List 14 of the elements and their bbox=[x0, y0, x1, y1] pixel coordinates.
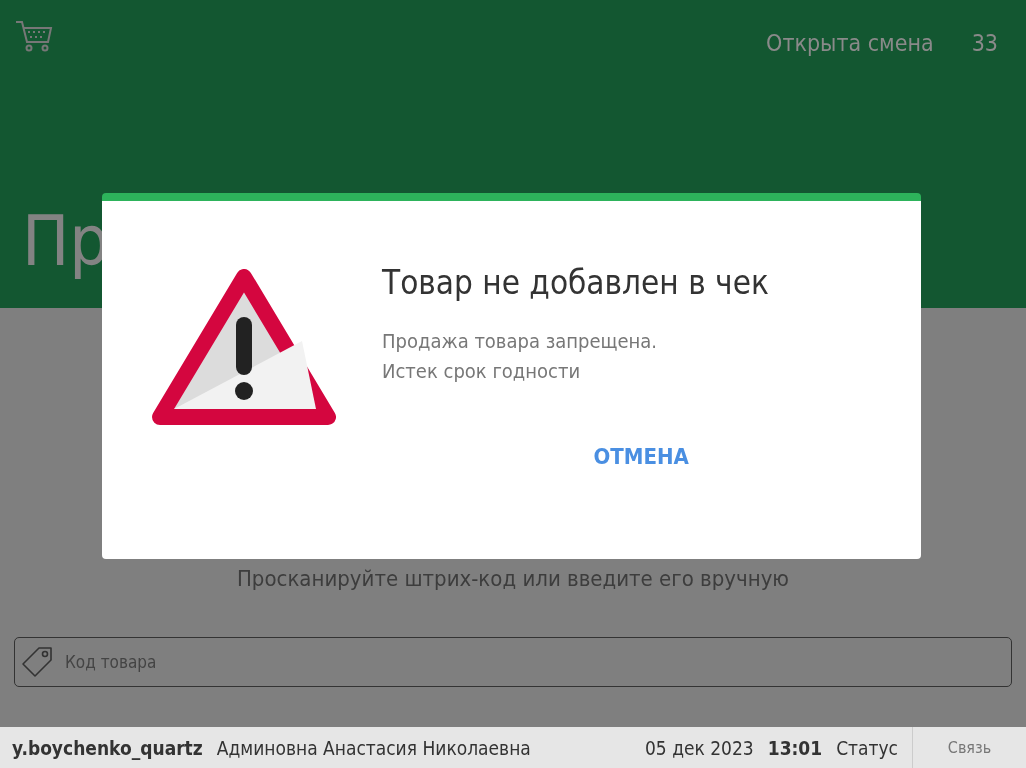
product-code-field[interactable]: Код товара bbox=[14, 637, 1012, 687]
status-label: Статус bbox=[836, 736, 898, 759]
shopping-cart-icon[interactable] bbox=[14, 18, 54, 54]
dialog-message: Продажа товара запрещена. bbox=[382, 328, 659, 355]
shift-number: 33 bbox=[971, 30, 998, 56]
time-text: 13:01 bbox=[767, 736, 823, 759]
dialog-message: Истек срок годности bbox=[382, 358, 582, 385]
date-text: 05 дек 2023 bbox=[644, 736, 754, 759]
shift-status: Открыта смена bbox=[766, 30, 934, 56]
user-name: Админовна Анастасия Николаевна bbox=[216, 736, 531, 759]
user-login: y.boychenko_quartz bbox=[12, 736, 203, 759]
dialog-title: Товар не добавлен в чек bbox=[382, 263, 769, 302]
cancel-button[interactable]: ОТМЕНА bbox=[593, 438, 689, 475]
instruction-text: Просканируйте штрих-код или введите его вручную bbox=[236, 566, 789, 591]
